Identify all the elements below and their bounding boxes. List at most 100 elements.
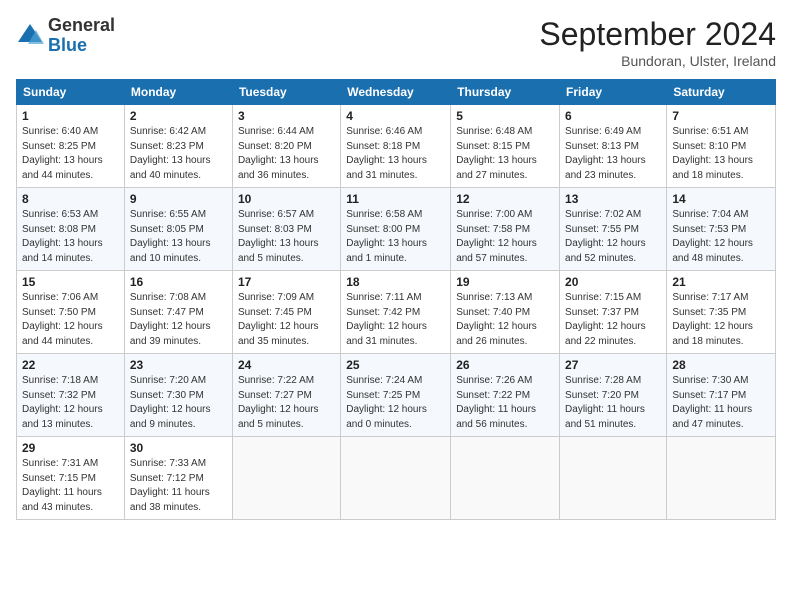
- day-number: 1: [22, 109, 119, 123]
- calendar-cell: [560, 437, 667, 520]
- calendar-cell: 21Sunrise: 7:17 AM Sunset: 7:35 PM Dayli…: [667, 271, 776, 354]
- day-number: 23: [130, 358, 227, 372]
- day-info: Sunrise: 7:22 AM Sunset: 7:27 PM Dayligh…: [238, 374, 335, 432]
- day-info: Sunrise: 6:40 AM Sunset: 8:25 PM Dayligh…: [22, 125, 119, 183]
- day-info: Sunrise: 6:49 AM Sunset: 8:13 PM Dayligh…: [565, 125, 661, 183]
- calendar-cell: 12Sunrise: 7:00 AM Sunset: 7:58 PM Dayli…: [451, 188, 560, 271]
- logo: General Blue: [16, 16, 115, 56]
- day-info: Sunrise: 7:31 AM Sunset: 7:15 PM Dayligh…: [22, 457, 119, 515]
- day-info: Sunrise: 7:11 AM Sunset: 7:42 PM Dayligh…: [346, 291, 445, 349]
- calendar-cell: 3 Sunrise: 6:44 AM Sunset: 8:20 PM Daylig…: [232, 105, 340, 188]
- calendar-cell: 24 Sunrise: 7:22 AM Sunset: 7:27 PM Dayli…: [232, 354, 340, 437]
- calendar-cell: [451, 437, 560, 520]
- calendar-cell: 28 Sunrise: 7:30 AM Sunset: 7:17 PM Dayli…: [667, 354, 776, 437]
- calendar-cell: 6 Sunrise: 6:49 AM Sunset: 8:13 PM Daylig…: [560, 105, 667, 188]
- day-number: 18: [346, 275, 445, 289]
- day-info: Sunrise: 7:33 AM Sunset: 7:12 PM Dayligh…: [130, 457, 227, 515]
- day-info: Sunrise: 7:09 AM Sunset: 7:45 PM Dayligh…: [238, 291, 335, 349]
- day-number: 6: [565, 109, 661, 123]
- calendar-header-row: SundayMondayTuesdayWednesdayThursdayFrid…: [17, 80, 776, 105]
- calendar-cell: 19 Sunrise: 7:13 AM Sunset: 7:40 PM Dayli…: [451, 271, 560, 354]
- day-number: 15: [22, 275, 119, 289]
- calendar-cell: 1 Sunrise: 6:40 AM Sunset: 8:25 PM Daylig…: [17, 105, 125, 188]
- day-number: 9: [130, 192, 227, 206]
- calendar-week-row: 8Sunrise: 6:53 AM Sunset: 8:08 PM Daylig…: [17, 188, 776, 271]
- day-info: Sunrise: 7:08 AM Sunset: 7:47 PM Dayligh…: [130, 291, 227, 349]
- day-number: 24: [238, 358, 335, 372]
- calendar-cell: 10Sunrise: 6:57 AM Sunset: 8:03 PM Dayli…: [232, 188, 340, 271]
- calendar-week-row: 15 Sunrise: 7:06 AM Sunset: 7:50 PM Dayli…: [17, 271, 776, 354]
- day-info: Sunrise: 7:24 AM Sunset: 7:25 PM Dayligh…: [346, 374, 445, 432]
- day-number: 30: [130, 441, 227, 455]
- calendar-cell: 26Sunrise: 7:26 AM Sunset: 7:22 PM Dayli…: [451, 354, 560, 437]
- day-of-week-header: Sunday: [17, 80, 125, 105]
- day-number: 21: [672, 275, 770, 289]
- day-number: 16: [130, 275, 227, 289]
- day-number: 26: [456, 358, 554, 372]
- day-info: Sunrise: 7:15 AM Sunset: 7:37 PM Dayligh…: [565, 291, 661, 349]
- location: Bundoran, Ulster, Ireland: [539, 53, 776, 69]
- day-info: Sunrise: 7:04 AM Sunset: 7:53 PM Dayligh…: [672, 208, 770, 266]
- day-info: Sunrise: 6:51 AM Sunset: 8:10 PM Dayligh…: [672, 125, 770, 183]
- day-number: 17: [238, 275, 335, 289]
- calendar-cell: 13 Sunrise: 7:02 AM Sunset: 7:55 PM Dayli…: [560, 188, 667, 271]
- calendar-cell: 29 Sunrise: 7:31 AM Sunset: 7:15 PM Dayli…: [17, 437, 125, 520]
- day-info: Sunrise: 6:44 AM Sunset: 8:20 PM Dayligh…: [238, 125, 335, 183]
- logo-text: General Blue: [48, 16, 115, 56]
- day-number: 19: [456, 275, 554, 289]
- day-number: 28: [672, 358, 770, 372]
- calendar-cell: 4 Sunrise: 6:46 AM Sunset: 8:18 PM Daylig…: [341, 105, 451, 188]
- day-number: 11: [346, 192, 445, 206]
- day-number: 10: [238, 192, 335, 206]
- calendar-cell: [667, 437, 776, 520]
- day-info: Sunrise: 6:48 AM Sunset: 8:15 PM Dayligh…: [456, 125, 554, 183]
- calendar-cell: 20 Sunrise: 7:15 AM Sunset: 7:37 PM Dayli…: [560, 271, 667, 354]
- calendar-week-row: 29 Sunrise: 7:31 AM Sunset: 7:15 PM Dayli…: [17, 437, 776, 520]
- day-number: 3: [238, 109, 335, 123]
- day-number: 27: [565, 358, 661, 372]
- day-info: Sunrise: 6:42 AM Sunset: 8:23 PM Dayligh…: [130, 125, 227, 183]
- calendar-cell: 17 Sunrise: 7:09 AM Sunset: 7:45 PM Dayli…: [232, 271, 340, 354]
- day-info: Sunrise: 6:55 AM Sunset: 8:05 PM Dayligh…: [130, 208, 227, 266]
- calendar-cell: 30 Sunrise: 7:33 AM Sunset: 7:12 PM Dayli…: [124, 437, 232, 520]
- day-info: Sunrise: 7:28 AM Sunset: 7:20 PM Dayligh…: [565, 374, 661, 432]
- calendar-week-row: 22Sunrise: 7:18 AM Sunset: 7:32 PM Dayli…: [17, 354, 776, 437]
- day-number: 29: [22, 441, 119, 455]
- calendar-week-row: 1 Sunrise: 6:40 AM Sunset: 8:25 PM Daylig…: [17, 105, 776, 188]
- day-of-week-header: Friday: [560, 80, 667, 105]
- day-info: Sunrise: 7:06 AM Sunset: 7:50 PM Dayligh…: [22, 291, 119, 349]
- day-info: Sunrise: 6:58 AM Sunset: 8:00 PM Dayligh…: [346, 208, 445, 266]
- calendar-cell: 22Sunrise: 7:18 AM Sunset: 7:32 PM Dayli…: [17, 354, 125, 437]
- day-number: 2: [130, 109, 227, 123]
- calendar-body: 1 Sunrise: 6:40 AM Sunset: 8:25 PM Daylig…: [17, 105, 776, 520]
- calendar-cell: 9 Sunrise: 6:55 AM Sunset: 8:05 PM Daylig…: [124, 188, 232, 271]
- calendar-cell: 27 Sunrise: 7:28 AM Sunset: 7:20 PM Dayli…: [560, 354, 667, 437]
- calendar-cell: 18 Sunrise: 7:11 AM Sunset: 7:42 PM Dayli…: [341, 271, 451, 354]
- day-info: Sunrise: 6:46 AM Sunset: 8:18 PM Dayligh…: [346, 125, 445, 183]
- day-number: 14: [672, 192, 770, 206]
- day-number: 20: [565, 275, 661, 289]
- day-number: 22: [22, 358, 119, 372]
- calendar-cell: 5 Sunrise: 6:48 AM Sunset: 8:15 PM Daylig…: [451, 105, 560, 188]
- day-info: Sunrise: 7:20 AM Sunset: 7:30 PM Dayligh…: [130, 374, 227, 432]
- calendar-cell: [232, 437, 340, 520]
- calendar-cell: 14 Sunrise: 7:04 AM Sunset: 7:53 PM Dayli…: [667, 188, 776, 271]
- day-of-week-header: Monday: [124, 80, 232, 105]
- day-of-week-header: Wednesday: [341, 80, 451, 105]
- day-of-week-header: Thursday: [451, 80, 560, 105]
- day-info: Sunrise: 7:02 AM Sunset: 7:55 PM Dayligh…: [565, 208, 661, 266]
- day-number: 12: [456, 192, 554, 206]
- day-number: 13: [565, 192, 661, 206]
- day-number: 25: [346, 358, 445, 372]
- day-info: Sunrise: 7:13 AM Sunset: 7:40 PM Dayligh…: [456, 291, 554, 349]
- day-number: 4: [346, 109, 445, 123]
- day-info: Sunrise: 7:30 AM Sunset: 7:17 PM Dayligh…: [672, 374, 770, 432]
- day-number: 5: [456, 109, 554, 123]
- day-number: 7: [672, 109, 770, 123]
- logo-icon: [16, 22, 44, 50]
- calendar-cell: 7 Sunrise: 6:51 AM Sunset: 8:10 PM Daylig…: [667, 105, 776, 188]
- calendar-cell: 23 Sunrise: 7:20 AM Sunset: 7:30 PM Dayli…: [124, 354, 232, 437]
- day-number: 8: [22, 192, 119, 206]
- calendar-cell: 8Sunrise: 6:53 AM Sunset: 8:08 PM Daylig…: [17, 188, 125, 271]
- calendar-cell: 25 Sunrise: 7:24 AM Sunset: 7:25 PM Dayli…: [341, 354, 451, 437]
